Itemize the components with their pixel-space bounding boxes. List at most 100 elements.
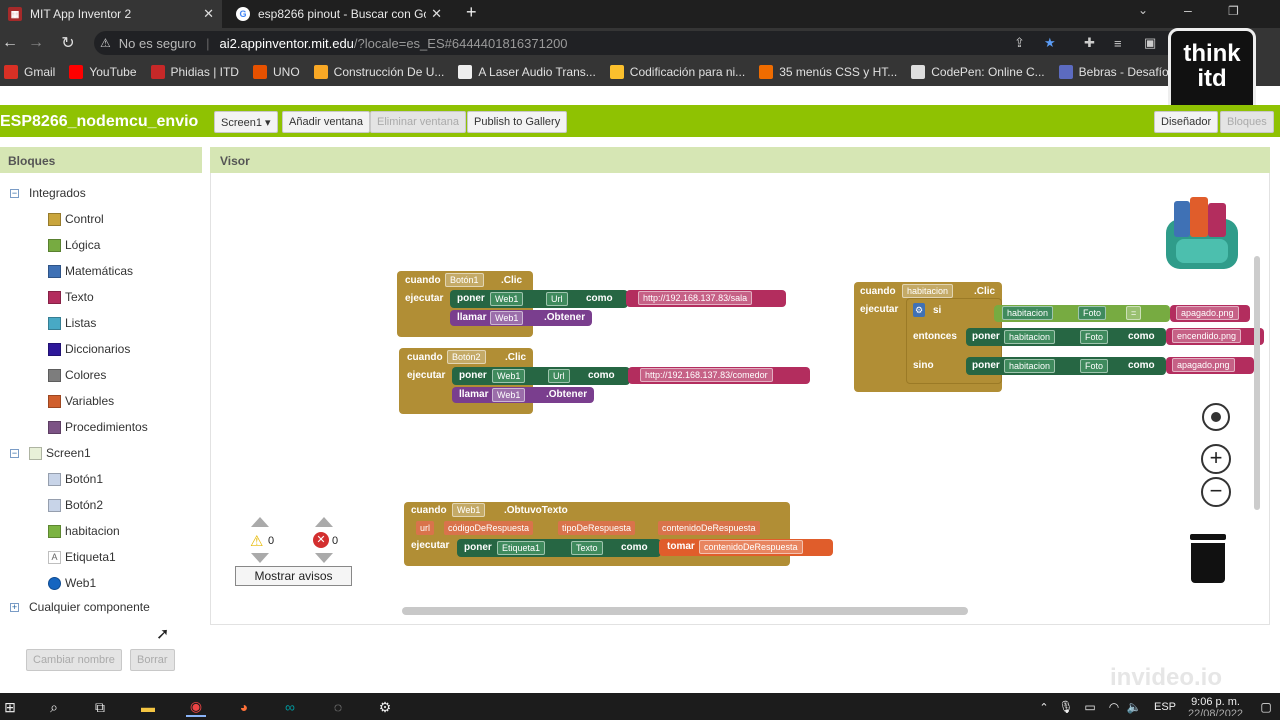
- event-parameter[interactable]: contenidoDeRespuesta: [658, 521, 760, 535]
- bookmark-youtube[interactable]: YouTube: [69, 65, 137, 79]
- component-dropdown[interactable]: Web1: [490, 311, 524, 325]
- variable-dropdown[interactable]: contenidoDeRespuesta: [699, 540, 803, 554]
- clock[interactable]: 9:06 p. m. 22/08/2022: [1188, 696, 1243, 716]
- bookmark-construccion[interactable]: Construcción De U...: [313, 65, 444, 79]
- app-icon[interactable]: ◌: [328, 697, 348, 717]
- set-web1-url-block[interactable]: poner Web1 Url como: [450, 290, 628, 308]
- bookmark-phidias[interactable]: Phidias | ITD: [150, 65, 239, 79]
- bookmark-codepen[interactable]: CodePen: Online C...: [911, 65, 1045, 79]
- remove-screen-button[interactable]: Eliminar ventana: [370, 111, 466, 133]
- extensions-icon[interactable]: ✚: [1084, 35, 1095, 51]
- text-url-comedor[interactable]: http://192.168.137.83/comedor: [628, 367, 810, 384]
- forward-icon[interactable]: →: [26, 33, 46, 53]
- delete-button[interactable]: Borrar: [130, 649, 175, 671]
- component-boton2[interactable]: Botón2: [48, 498, 103, 512]
- get-parameter-block[interactable]: tomar contenidoDeRespuesta: [659, 539, 833, 556]
- tree-screen1[interactable]: − Screen1: [10, 446, 91, 460]
- component-dropdown[interactable]: habitacion: [1004, 359, 1056, 373]
- windows-start-icon[interactable]: ⊞: [0, 697, 20, 717]
- close-tab-icon[interactable]: ✕: [431, 6, 442, 22]
- publish-gallery-button[interactable]: Publish to Gallery: [467, 111, 568, 133]
- event-parameter[interactable]: códigoDeRespuesta: [444, 521, 534, 535]
- event-parameter[interactable]: tipoDeRespuesta: [558, 521, 636, 535]
- property-dropdown[interactable]: Foto: [1080, 359, 1109, 373]
- next-warning-icon[interactable]: [251, 553, 269, 563]
- property-dropdown[interactable]: Url: [546, 292, 568, 306]
- set-habitacion-foto-block[interactable]: poner habitacion Foto como: [966, 328, 1166, 346]
- chrome-icon[interactable]: ◉: [186, 697, 206, 717]
- set-web1-url-block[interactable]: poner Web1 Url como: [452, 367, 630, 385]
- volume-icon[interactable]: 🔈: [1124, 697, 1144, 717]
- settings-gear-icon[interactable]: ⚙: [375, 697, 395, 717]
- component-dropdown[interactable]: Botón2: [447, 350, 486, 364]
- rename-button[interactable]: Cambiar nombre: [26, 649, 122, 671]
- maximize-icon[interactable]: ❐: [1228, 4, 1239, 18]
- center-workspace-icon[interactable]: [1202, 403, 1230, 431]
- file-explorer-icon[interactable]: ▬: [138, 697, 158, 717]
- tab-app-inventor[interactable]: ▦ MIT App Inventor 2 ✕: [0, 0, 222, 28]
- horizontal-scrollbar[interactable]: [402, 607, 968, 615]
- text-apagado[interactable]: apagado.png: [1170, 305, 1250, 322]
- bookmark-codificacion[interactable]: Codificación para ni...: [609, 65, 745, 79]
- gear-icon[interactable]: ⚙: [913, 303, 925, 317]
- expand-icon[interactable]: +: [10, 602, 19, 612]
- reading-list-icon[interactable]: ≡: [1114, 36, 1122, 51]
- tab-search-chevron-icon[interactable]: ⌄: [1138, 3, 1148, 17]
- component-dropdown[interactable]: Etiqueta1: [497, 541, 546, 555]
- next-error-icon[interactable]: [315, 553, 333, 563]
- reload-icon[interactable]: ↻: [58, 33, 78, 53]
- side-panel-icon[interactable]: ▣: [1144, 35, 1156, 51]
- screen-dropdown[interactable]: Screen1 ▾: [214, 111, 278, 133]
- category-colors[interactable]: Colores: [48, 368, 106, 382]
- bookmark-uno[interactable]: UNO: [252, 65, 300, 79]
- bookmark-star-icon[interactable]: ★: [1044, 35, 1056, 51]
- component-web1[interactable]: Web1: [48, 576, 96, 590]
- property-dropdown[interactable]: Foto: [1080, 330, 1109, 344]
- battery-icon[interactable]: ▭: [1080, 697, 1100, 717]
- add-screen-button[interactable]: Añadir ventana: [282, 111, 370, 133]
- designer-button[interactable]: Diseñador: [1154, 111, 1219, 133]
- category-procedures[interactable]: Procedimientos: [48, 420, 148, 434]
- component-dropdown[interactable]: Web1: [490, 292, 524, 306]
- component-dropdown[interactable]: habitacion: [1002, 306, 1054, 320]
- chevron-up-icon[interactable]: ⌃: [1034, 697, 1054, 717]
- trash-icon[interactable]: [1190, 534, 1226, 584]
- category-logic[interactable]: Lógica: [48, 238, 100, 252]
- zoom-out-icon[interactable]: −: [1201, 477, 1231, 507]
- event-parameter[interactable]: url: [416, 521, 435, 535]
- back-icon[interactable]: ←: [0, 33, 20, 53]
- share-icon[interactable]: ⇪: [1014, 35, 1025, 51]
- category-control[interactable]: Control: [48, 212, 104, 226]
- bookmark-gmail[interactable]: Gmail: [4, 65, 55, 79]
- call-web1-get-block[interactable]: llamar Web1 .Obtener: [452, 387, 594, 403]
- arduino-icon[interactable]: ∞: [280, 697, 300, 717]
- text-url-sala[interactable]: http://192.168.137.83/sala: [626, 290, 786, 307]
- call-web1-get-block[interactable]: llamar Web1 .Obtener: [450, 310, 592, 326]
- vertical-scrollbar[interactable]: [1254, 256, 1260, 510]
- operator-dropdown[interactable]: =: [1126, 306, 1142, 320]
- bookmark-menus-css[interactable]: 35 menús CSS y HT...: [759, 65, 897, 79]
- category-dictionaries[interactable]: Diccionarios: [48, 342, 130, 356]
- show-warnings-button[interactable]: Mostrar avisos: [235, 566, 352, 586]
- language-indicator[interactable]: ESP: [1154, 701, 1176, 713]
- backpack-icon[interactable]: [1160, 193, 1244, 273]
- component-dropdown[interactable]: Web1: [492, 388, 526, 402]
- bookmark-laser[interactable]: A Laser Audio Trans...: [458, 65, 596, 79]
- compare-block[interactable]: habitacion Foto =: [994, 305, 1170, 322]
- component-dropdown[interactable]: Web1: [452, 503, 486, 517]
- text-value[interactable]: encendido.png: [1172, 329, 1242, 343]
- category-lists[interactable]: Listas: [48, 316, 96, 330]
- set-etiqueta1-texto-block[interactable]: poner Etiqueta1 Texto como: [457, 539, 661, 557]
- category-math[interactable]: Matemáticas: [48, 264, 133, 278]
- text-value[interactable]: apagado.png: [1176, 306, 1239, 320]
- property-dropdown[interactable]: Texto: [571, 541, 603, 555]
- property-dropdown[interactable]: Foto: [1078, 306, 1107, 320]
- new-tab-icon[interactable]: +: [466, 2, 477, 23]
- tree-builtin[interactable]: − Integrados: [10, 186, 86, 200]
- text-value[interactable]: http://192.168.137.83/sala: [638, 291, 753, 305]
- microphone-icon[interactable]: 🎙: [1056, 697, 1076, 717]
- notifications-icon[interactable]: ▢: [1256, 697, 1276, 717]
- prev-warning-icon[interactable]: [251, 517, 269, 527]
- minimize-icon[interactable]: –: [1184, 2, 1192, 18]
- component-etiqueta1[interactable]: A Etiqueta1: [48, 550, 116, 564]
